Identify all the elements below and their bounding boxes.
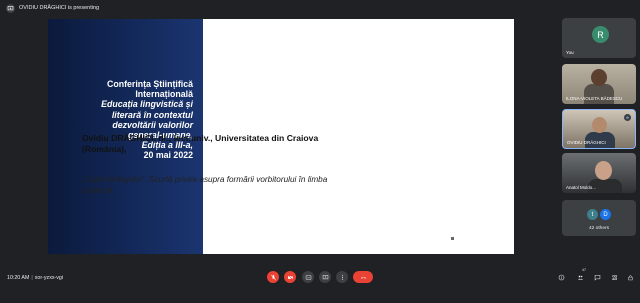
captions-button[interactable]	[302, 271, 314, 283]
participant-count-badge: 47	[582, 268, 586, 272]
participant-face	[595, 161, 612, 180]
avatar: D	[600, 209, 611, 220]
camera-off-icon	[287, 274, 293, 280]
bottom-toolbar: 10:20 AM | xor-yzxx-vgi 47	[0, 258, 640, 303]
mic-toggle-button[interactable]	[267, 271, 279, 283]
presenter-label: OVIDIU DRĂGHICI is presenting	[19, 5, 100, 11]
chat-button[interactable]	[592, 272, 602, 282]
participant-name: Anatol Moldo...	[566, 185, 597, 190]
speaking-indicator-icon	[624, 114, 631, 121]
conference-line: dezvoltării valorilor	[112, 119, 193, 130]
people-button[interactable]	[575, 272, 585, 282]
lock-person-icon	[627, 274, 633, 280]
activities-button[interactable]	[609, 272, 619, 282]
conference-line: Educația lingvistică și	[101, 99, 193, 110]
participant-name: ILONA-VIOLETA BĂDESCU	[566, 96, 623, 101]
others-tile[interactable]: t D 42 others	[562, 200, 636, 236]
present-icon	[322, 274, 328, 279]
camera-toggle-button[interactable]	[284, 271, 296, 283]
host-controls-button[interactable]	[625, 272, 635, 282]
leave-call-button[interactable]	[353, 271, 373, 283]
conference-line: Internațională	[135, 89, 193, 100]
chat-icon	[594, 274, 600, 281]
avatar: R	[592, 26, 609, 43]
mouse-cursor	[451, 237, 454, 240]
mic-off-icon	[270, 274, 276, 280]
current-time: 10:20 AM	[7, 275, 30, 281]
meet-window: OVIDIU DRĂGHICI is presenting Conferința…	[0, 0, 640, 303]
participant-tile-violeta[interactable]: ILONA-VIOLETA BĂDESCU	[562, 64, 636, 104]
participant-video	[584, 84, 614, 104]
participant-name: OVIDIU DRĂGHICI	[567, 140, 606, 145]
separator: |	[31, 275, 33, 281]
conference-line: literară în contextul	[111, 109, 193, 120]
people-icon	[577, 275, 583, 280]
participant-name: You	[566, 50, 574, 55]
meeting-code: xor-yzxx-vgi	[34, 275, 64, 281]
participant-face	[592, 117, 607, 133]
info-icon	[558, 274, 564, 280]
participant-face	[591, 69, 607, 86]
present-button[interactable]	[319, 271, 331, 283]
slide-subtitle: „Copiii limbajului”. Scurtă privire asup…	[82, 175, 328, 195]
more-options-button[interactable]	[336, 271, 348, 283]
participant-tile-anatol[interactable]: Anatol Moldo...	[562, 153, 636, 193]
presenter-banner: OVIDIU DRĂGHICI is presenting	[0, 0, 640, 16]
conference-line: Conferința Științifică	[106, 79, 193, 89]
meeting-details-button[interactable]	[556, 272, 566, 282]
avatar: t	[587, 209, 598, 220]
presentation-icon[interactable]	[6, 3, 15, 13]
more-vert-icon	[341, 274, 343, 280]
activities-icon	[611, 274, 617, 280]
participant-tile-you[interactable]: R You	[562, 18, 636, 58]
slide-author: Ovidiu DRĂGHICI, dr., lect.univ., Univer…	[82, 133, 319, 154]
shared-slide: Conferința Științifică Internațională Ed…	[48, 19, 514, 254]
captions-icon	[305, 274, 311, 280]
others-count-label: 42 others	[588, 226, 609, 231]
meeting-info: 10:20 AM | xor-yzxx-vgi	[7, 275, 63, 281]
phone-hangup-icon	[360, 276, 366, 279]
participant-tile-ovidiu[interactable]: OVIDIU DRĂGHICI	[562, 109, 636, 149]
